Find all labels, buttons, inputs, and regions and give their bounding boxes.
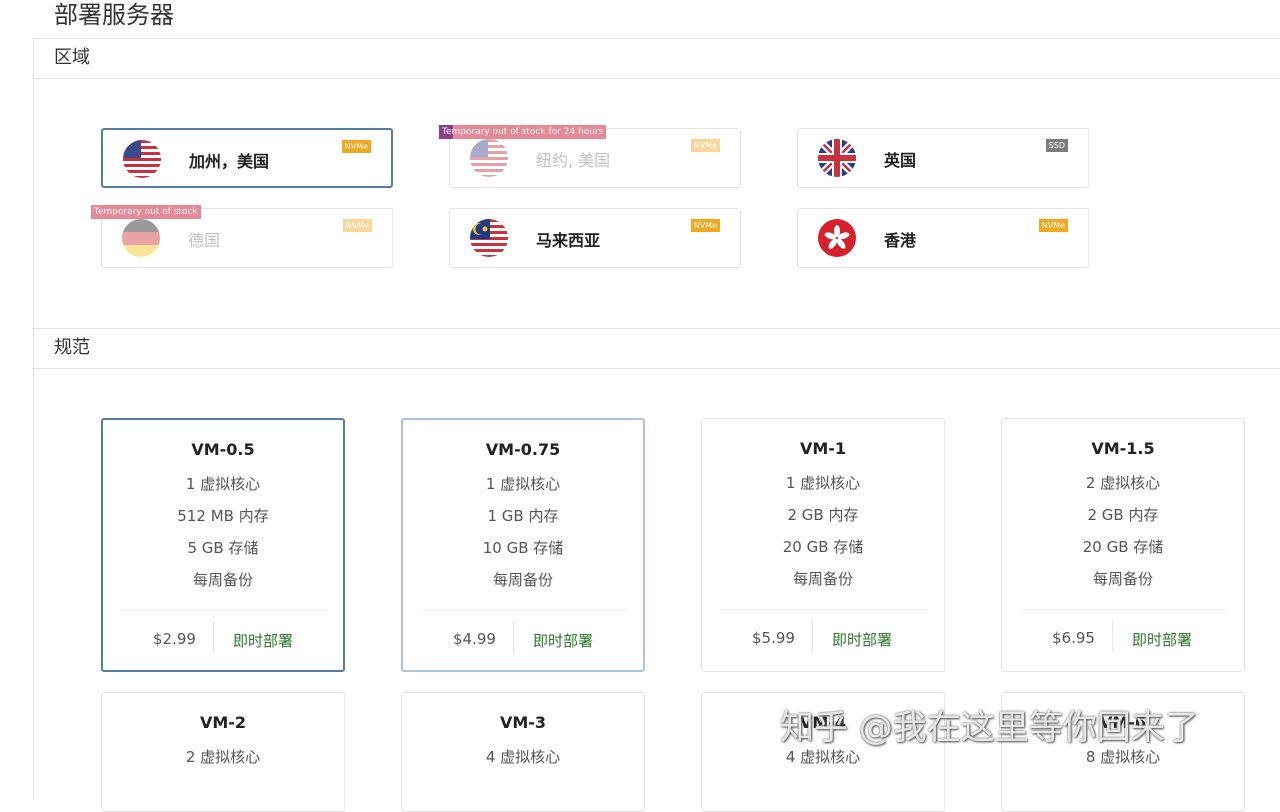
plan-name: VM-1.5: [1091, 439, 1155, 458]
plan-backup: 每周备份: [492, 571, 553, 589]
region-name: 英国: [884, 151, 917, 170]
plan-price: $5.99: [752, 629, 795, 647]
plan-name: VM-6: [1099, 713, 1147, 732]
region-card-california[interactable]: 加州，美国 NVMe: [101, 128, 393, 188]
plan-card-vm-1-5[interactable]: VM-1.5 2 虚拟核心 2 GB 内存 20 GB 存储 每周备份 $6.9…: [1001, 418, 1245, 672]
plan-cores: 8 虚拟核心: [1085, 748, 1161, 766]
plan-divider: [1022, 609, 1226, 610]
plan-ram: 1 GB 内存: [487, 507, 559, 525]
uk-flag-icon: [818, 139, 856, 177]
plan-storage: 5 GB 存储: [187, 539, 259, 557]
plan-divider: [423, 610, 627, 611]
plan-card-vm-1[interactable]: VM-1 1 虚拟核心 2 GB 内存 20 GB 存储 每周备份 $5.99 …: [701, 418, 945, 672]
plan-cores: 2 虚拟核心: [185, 748, 261, 766]
region-card-hong-kong[interactable]: 香港 NVMe: [797, 208, 1089, 268]
plan-ram: 512 MB 内存: [177, 507, 269, 525]
plan-backup: 每周备份: [192, 571, 253, 589]
deploy-button[interactable]: 即时部署: [832, 629, 892, 650]
plan-name: VM-0.5: [191, 440, 255, 459]
plan-name: VM-2: [199, 713, 247, 732]
plan-name: VM-1: [799, 439, 847, 458]
region-card-uk[interactable]: 英国 SSD: [797, 128, 1089, 188]
out-of-stock-label: Temporary out of stock: [91, 205, 201, 219]
region-name: 纽约, 美国: [536, 151, 611, 170]
deploy-button[interactable]: 即时部署: [233, 630, 293, 651]
plan-cores: 2 虚拟核心: [1085, 474, 1161, 492]
ssd-badge: SSD: [1045, 139, 1068, 152]
plan-storage: 20 GB 存储: [782, 538, 864, 556]
plan-backup: 每周备份: [792, 570, 853, 588]
deploy-button[interactable]: 即时部署: [533, 630, 593, 651]
spec-section-title: 规范: [34, 329, 1280, 369]
plan-price: $4.99: [453, 630, 496, 648]
deploy-panel: 区域 加州，美国 NVMe 纽约, 美国 NVMe Temporary out …: [33, 38, 1280, 812]
plan-backup: 每周备份: [1092, 570, 1153, 588]
plan-card-vm-0-5[interactable]: VM-0.5 1 虚拟核心 512 MB 内存 5 GB 存储 每周备份 $2.…: [101, 418, 345, 672]
plan-cores: 1 虚拟核心: [785, 474, 861, 492]
plan-cores: 1 虚拟核心: [185, 475, 261, 493]
de-flag-icon: [122, 219, 160, 257]
plan-separator: [812, 621, 813, 651]
plan-card-vm-2[interactable]: VM-2 2 虚拟核心: [101, 692, 345, 812]
region-name: 马来西亚: [536, 231, 601, 250]
plan-name: VM-3: [499, 713, 547, 732]
plan-divider: [123, 610, 327, 611]
my-flag-icon: [470, 219, 508, 257]
plan-card-vm-0-75[interactable]: VM-0.75 1 虚拟核心 1 GB 内存 10 GB 存储 每周备份 $4.…: [401, 418, 645, 672]
us-flag-icon: [470, 139, 508, 177]
hk-flag-icon: [818, 219, 856, 257]
deploy-button[interactable]: 即时部署: [1132, 629, 1192, 650]
plan-card-vm-4[interactable]: VM-4 4 虚拟核心: [701, 692, 945, 812]
nvme-badge: NVMe: [690, 139, 720, 152]
plan-price: $6.95: [1052, 629, 1095, 647]
nvme-badge: NVMe: [1038, 219, 1068, 232]
plan-separator: [513, 622, 514, 652]
nvme-badge: NVMe: [342, 219, 372, 232]
region-name: 加州，美国: [189, 152, 270, 171]
region-name: 香港: [884, 231, 917, 250]
plan-card-vm-6[interactable]: VM-6 8 虚拟核心: [1001, 692, 1245, 812]
plan-cores: 1 虚拟核心: [485, 475, 561, 493]
region-card-malaysia[interactable]: 马来西亚 NVMe: [449, 208, 741, 268]
region-name: 德国: [188, 231, 221, 250]
us-flag-icon: [123, 140, 161, 178]
page-title: 部署服务器: [54, 1, 174, 29]
plan-price: $2.99: [153, 630, 196, 648]
nvme-badge: NVMe: [690, 219, 720, 232]
plan-ram: 2 GB 内存: [787, 506, 859, 524]
plan-divider: [722, 609, 926, 610]
nvme-badge: NVMe: [341, 140, 371, 153]
plan-name: VM-0.75: [485, 440, 561, 459]
plan-ram: 2 GB 内存: [1087, 506, 1159, 524]
plan-storage: 20 GB 存储: [1082, 538, 1164, 556]
plan-name: VM-4: [799, 713, 847, 732]
region-section-title: 区域: [34, 39, 1280, 79]
plan-separator: [1112, 621, 1113, 651]
plan-separator: [213, 622, 214, 652]
plan-storage: 10 GB 存储: [482, 539, 564, 557]
plan-cores: 4 虚拟核心: [485, 748, 561, 766]
plan-card-vm-3[interactable]: VM-3 4 虚拟核心: [401, 692, 645, 812]
plan-cores: 4 虚拟核心: [785, 748, 861, 766]
out-of-stock-label: Temporary out of stock for 24 hours: [439, 125, 607, 139]
